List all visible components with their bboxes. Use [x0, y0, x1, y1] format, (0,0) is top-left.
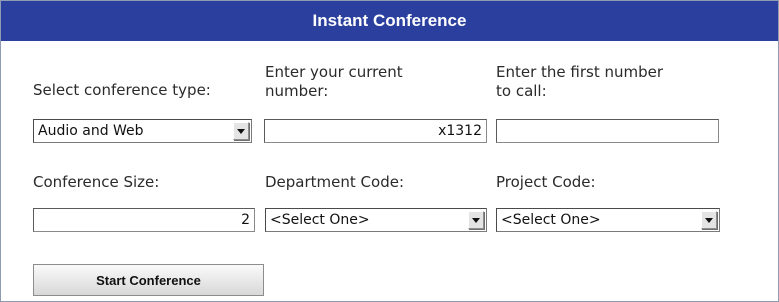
conference-type-selected: Audio and Web	[38, 123, 144, 139]
project-code-selected: <Select One>	[501, 212, 601, 228]
department-code-selected: <Select One>	[270, 212, 370, 228]
project-code-select[interactable]: <Select One>	[496, 208, 720, 232]
current-number-label: Enter your current number:	[265, 63, 403, 100]
dropdown-arrow-icon[interactable]	[468, 211, 484, 229]
dropdown-arrow-icon[interactable]	[233, 122, 249, 140]
instant-conference-panel: Instant Conference Select conference typ…	[0, 0, 779, 302]
dropdown-arrow-icon[interactable]	[701, 211, 717, 229]
conference-type-label: Select conference type:	[33, 81, 211, 99]
start-conference-button[interactable]: Start Conference	[33, 264, 264, 296]
first-number-input[interactable]	[496, 119, 719, 143]
first-number-label: Enter the first number to call:	[496, 63, 664, 100]
project-code-label: Project Code:	[496, 173, 596, 191]
panel-title: Instant Conference	[1, 1, 778, 41]
department-code-select[interactable]: <Select One>	[265, 208, 487, 232]
conference-type-select[interactable]: Audio and Web	[33, 119, 252, 143]
conference-size-label: Conference Size:	[33, 173, 160, 191]
conference-size-input[interactable]: 2	[33, 208, 255, 232]
department-code-label: Department Code:	[265, 173, 404, 191]
current-number-input[interactable]: x1312	[264, 119, 487, 143]
